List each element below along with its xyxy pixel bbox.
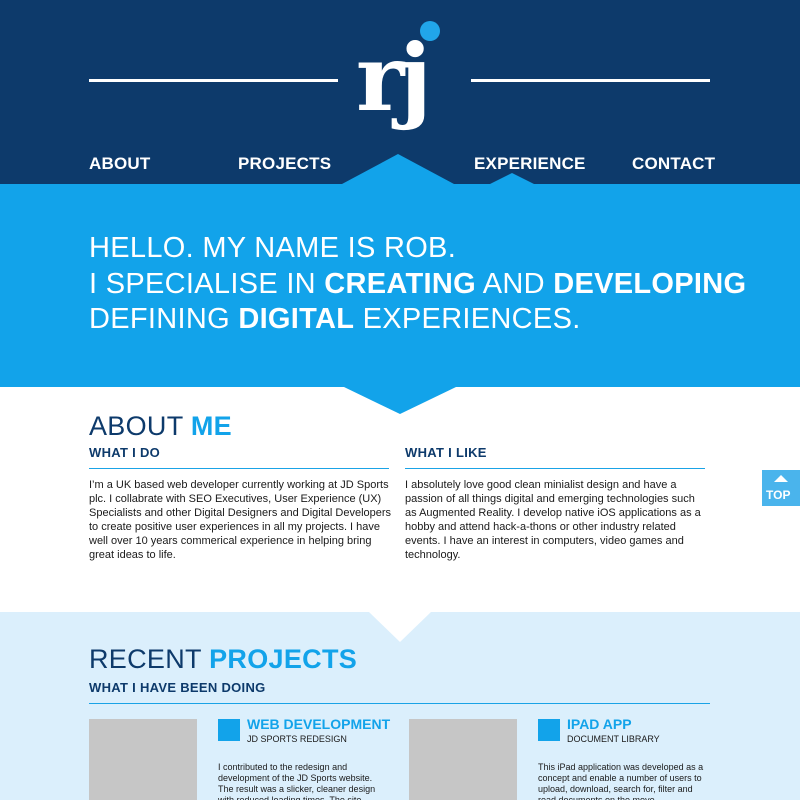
projects-section: RECENT PROJECTS WHAT I HAVE BEEN DOING W… <box>0 612 800 800</box>
project-subtitle: DOCUMENT LIBRARY <box>567 734 660 744</box>
projects-title: RECENT PROJECTS <box>89 644 358 674</box>
project-subtitle: JD SPORTS REDESIGN <box>247 734 347 744</box>
hero-line-2: I SPECIALISE IN CREATING AND DEVELOPING <box>89 268 747 300</box>
about-title: ABOUT ME <box>89 411 232 441</box>
site-logo[interactable]: rj <box>356 18 452 148</box>
hero-banner: HELLO. MY NAME IS ROB. I SPECIALISE IN C… <box>0 184 800 387</box>
project-title[interactable]: WEB DEVELOPMENT <box>247 716 390 732</box>
project-thumbnail[interactable] <box>89 719 197 800</box>
what-i-do-text: I’m a UK based web developer currently w… <box>89 479 392 561</box>
notch-small <box>490 173 534 184</box>
arrow-up-icon <box>774 475 788 482</box>
about-section: ABOUT ME WHAT I DO I’m a UK based web de… <box>0 387 800 612</box>
header-rule-left <box>89 79 338 82</box>
hero-line-1: HELLO. MY NAME IS ROB. <box>89 232 457 264</box>
project-square-icon <box>218 719 240 741</box>
project-description: I contributed to the redesign and develo… <box>218 762 376 800</box>
hero-line-3: DEFINING DIGITAL EXPERIENCES. <box>89 303 581 335</box>
projects-subheading: WHAT I HAVE BEEN DOING <box>89 680 266 695</box>
logo-text: rj <box>356 24 432 132</box>
back-to-top-button[interactable]: TOP <box>762 470 800 506</box>
what-i-do-heading: WHAT I DO <box>89 445 161 460</box>
what-i-like-text: I absolutely love good clean minialist d… <box>405 479 701 561</box>
about-pointer <box>369 612 431 642</box>
project-thumbnail[interactable] <box>409 719 517 800</box>
projects-rule <box>89 703 710 704</box>
project-description: This iPad application was developed as a… <box>538 762 704 800</box>
project-title[interactable]: IPAD APP <box>567 716 632 732</box>
project-square-icon <box>538 719 560 741</box>
what-i-do-rule <box>89 468 389 469</box>
notch-center <box>342 154 454 184</box>
what-i-like-rule <box>405 468 705 469</box>
what-i-like-heading: WHAT I LIKE <box>405 445 487 460</box>
header-rule-right <box>471 79 710 82</box>
back-to-top-label: TOP <box>766 488 791 502</box>
